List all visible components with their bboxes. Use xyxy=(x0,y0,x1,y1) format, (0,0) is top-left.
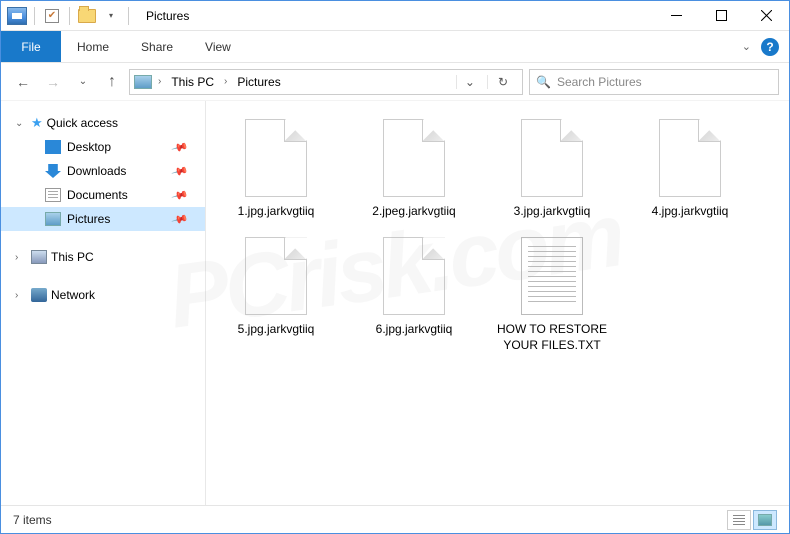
sidebar-label-network: Network xyxy=(51,288,95,302)
app-icon[interactable] xyxy=(7,7,27,25)
history-dropdown[interactable]: ⌄ xyxy=(71,70,95,94)
qat-properties-icon[interactable] xyxy=(42,6,62,26)
blank-file-icon xyxy=(659,119,721,197)
minimize-button[interactable] xyxy=(654,1,699,30)
maximize-button[interactable] xyxy=(699,1,744,30)
file-item[interactable]: 2.jpeg.jarkvgtiiq xyxy=(354,119,474,219)
blank-file-icon xyxy=(245,237,307,315)
view-details-button[interactable] xyxy=(727,510,751,530)
sidebar-network[interactable]: › Network xyxy=(1,283,205,307)
sidebar-item-downloads[interactable]: Downloads 📌 xyxy=(1,159,205,183)
tab-view[interactable]: View xyxy=(189,31,247,62)
file-tab[interactable]: File xyxy=(1,31,61,62)
tab-share[interactable]: Share xyxy=(125,31,189,62)
blank-file-icon xyxy=(383,119,445,197)
pin-icon: 📌 xyxy=(171,186,189,204)
item-count: 7 items xyxy=(13,513,52,527)
file-label: 6.jpg.jarkvgtiiq xyxy=(376,321,453,337)
up-button[interactable]: ↑ xyxy=(101,71,123,93)
sidebar-label-quick: Quick access xyxy=(47,116,118,130)
downloads-icon xyxy=(45,164,61,178)
star-icon: ★ xyxy=(31,115,43,131)
ribbon: File Home Share View ⌄ ? xyxy=(1,31,789,63)
file-item[interactable]: 1.jpg.jarkvgtiiq xyxy=(216,119,336,219)
file-label: HOW TO RESTORE YOUR FILES.TXT xyxy=(493,321,611,353)
blank-file-icon xyxy=(245,119,307,197)
sidebar-item-documents[interactable]: Documents 📌 xyxy=(1,183,205,207)
view-large-icons-button[interactable] xyxy=(753,510,777,530)
back-button[interactable]: ← xyxy=(11,70,35,94)
expand-icon[interactable]: › xyxy=(15,290,27,301)
file-item[interactable]: 6.jpg.jarkvgtiiq xyxy=(354,237,474,353)
pin-icon: 📌 xyxy=(171,162,189,180)
qat-newfolder-icon[interactable] xyxy=(77,6,97,26)
documents-icon xyxy=(45,188,61,202)
sidebar-item-label: Downloads xyxy=(67,164,126,178)
status-bar: 7 items xyxy=(1,505,789,533)
collapse-icon[interactable]: ⌄ xyxy=(15,118,27,129)
pin-icon: 📌 xyxy=(171,210,189,228)
file-label: 5.jpg.jarkvgtiiq xyxy=(238,321,315,337)
refresh-icon[interactable]: ↻ xyxy=(487,75,518,89)
breadcrumb-pictures[interactable]: Pictures xyxy=(233,75,284,89)
sidebar-item-label: Documents xyxy=(67,188,128,202)
sidebar-this-pc[interactable]: › This PC xyxy=(1,245,205,269)
search-input[interactable]: 🔍 Search Pictures xyxy=(529,69,779,95)
text-file-icon xyxy=(521,237,583,315)
sidebar-item-pictures[interactable]: Pictures 📌 xyxy=(1,207,205,231)
location-icon xyxy=(134,75,152,89)
file-item[interactable]: 4.jpg.jarkvgtiiq xyxy=(630,119,750,219)
window-title: Pictures xyxy=(138,9,189,23)
ribbon-expand-icon[interactable]: ⌄ xyxy=(742,40,751,53)
title-bar: ▾ Pictures xyxy=(1,1,789,31)
navigation-pane: ⌄ ★ Quick access Desktop 📌 Downloads 📌 D… xyxy=(1,101,206,505)
pin-icon: 📌 xyxy=(171,138,189,156)
help-icon[interactable]: ? xyxy=(761,38,779,56)
desktop-icon xyxy=(45,140,61,154)
search-placeholder: Search Pictures xyxy=(557,75,642,89)
file-label: 3.jpg.jarkvgtiiq xyxy=(514,203,591,219)
nav-bar: ← → ⌄ ↑ › This PC › Pictures ⌄ ↻ 🔍 Searc… xyxy=(1,63,789,101)
file-item[interactable]: 5.jpg.jarkvgtiiq xyxy=(216,237,336,353)
blank-file-icon xyxy=(383,237,445,315)
network-icon xyxy=(31,288,47,302)
pc-icon xyxy=(31,250,47,264)
file-label: 2.jpeg.jarkvgtiiq xyxy=(372,203,455,219)
breadcrumb-thispc[interactable]: This PC xyxy=(167,75,218,89)
pictures-icon xyxy=(45,212,61,226)
file-label: 1.jpg.jarkvgtiiq xyxy=(238,203,315,219)
chevron-right-icon[interactable]: › xyxy=(156,76,163,87)
tab-home[interactable]: Home xyxy=(61,31,125,62)
file-item[interactable]: 3.jpg.jarkvgtiiq xyxy=(492,119,612,219)
sidebar-quick-access[interactable]: ⌄ ★ Quick access xyxy=(1,111,205,135)
search-icon: 🔍 xyxy=(536,75,551,89)
sidebar-item-label: Pictures xyxy=(67,212,110,226)
file-label: 4.jpg.jarkvgtiiq xyxy=(652,203,729,219)
address-bar[interactable]: › This PC › Pictures ⌄ ↻ xyxy=(129,69,523,95)
sidebar-item-desktop[interactable]: Desktop 📌 xyxy=(1,135,205,159)
blank-file-icon xyxy=(521,119,583,197)
close-button[interactable] xyxy=(744,1,789,30)
file-list[interactable]: 1.jpg.jarkvgtiiq 2.jpeg.jarkvgtiiq 3.jpg.j… xyxy=(206,101,789,505)
address-dropdown-icon[interactable]: ⌄ xyxy=(456,75,483,89)
file-item[interactable]: HOW TO RESTORE YOUR FILES.TXT xyxy=(492,237,612,353)
chevron-right-icon[interactable]: › xyxy=(222,76,229,87)
sidebar-item-label: Desktop xyxy=(67,140,111,154)
expand-icon[interactable]: › xyxy=(15,252,27,263)
forward-button[interactable]: → xyxy=(41,70,65,94)
qat-customize-dropdown[interactable]: ▾ xyxy=(101,6,121,26)
sidebar-label-thispc: This PC xyxy=(51,250,94,264)
